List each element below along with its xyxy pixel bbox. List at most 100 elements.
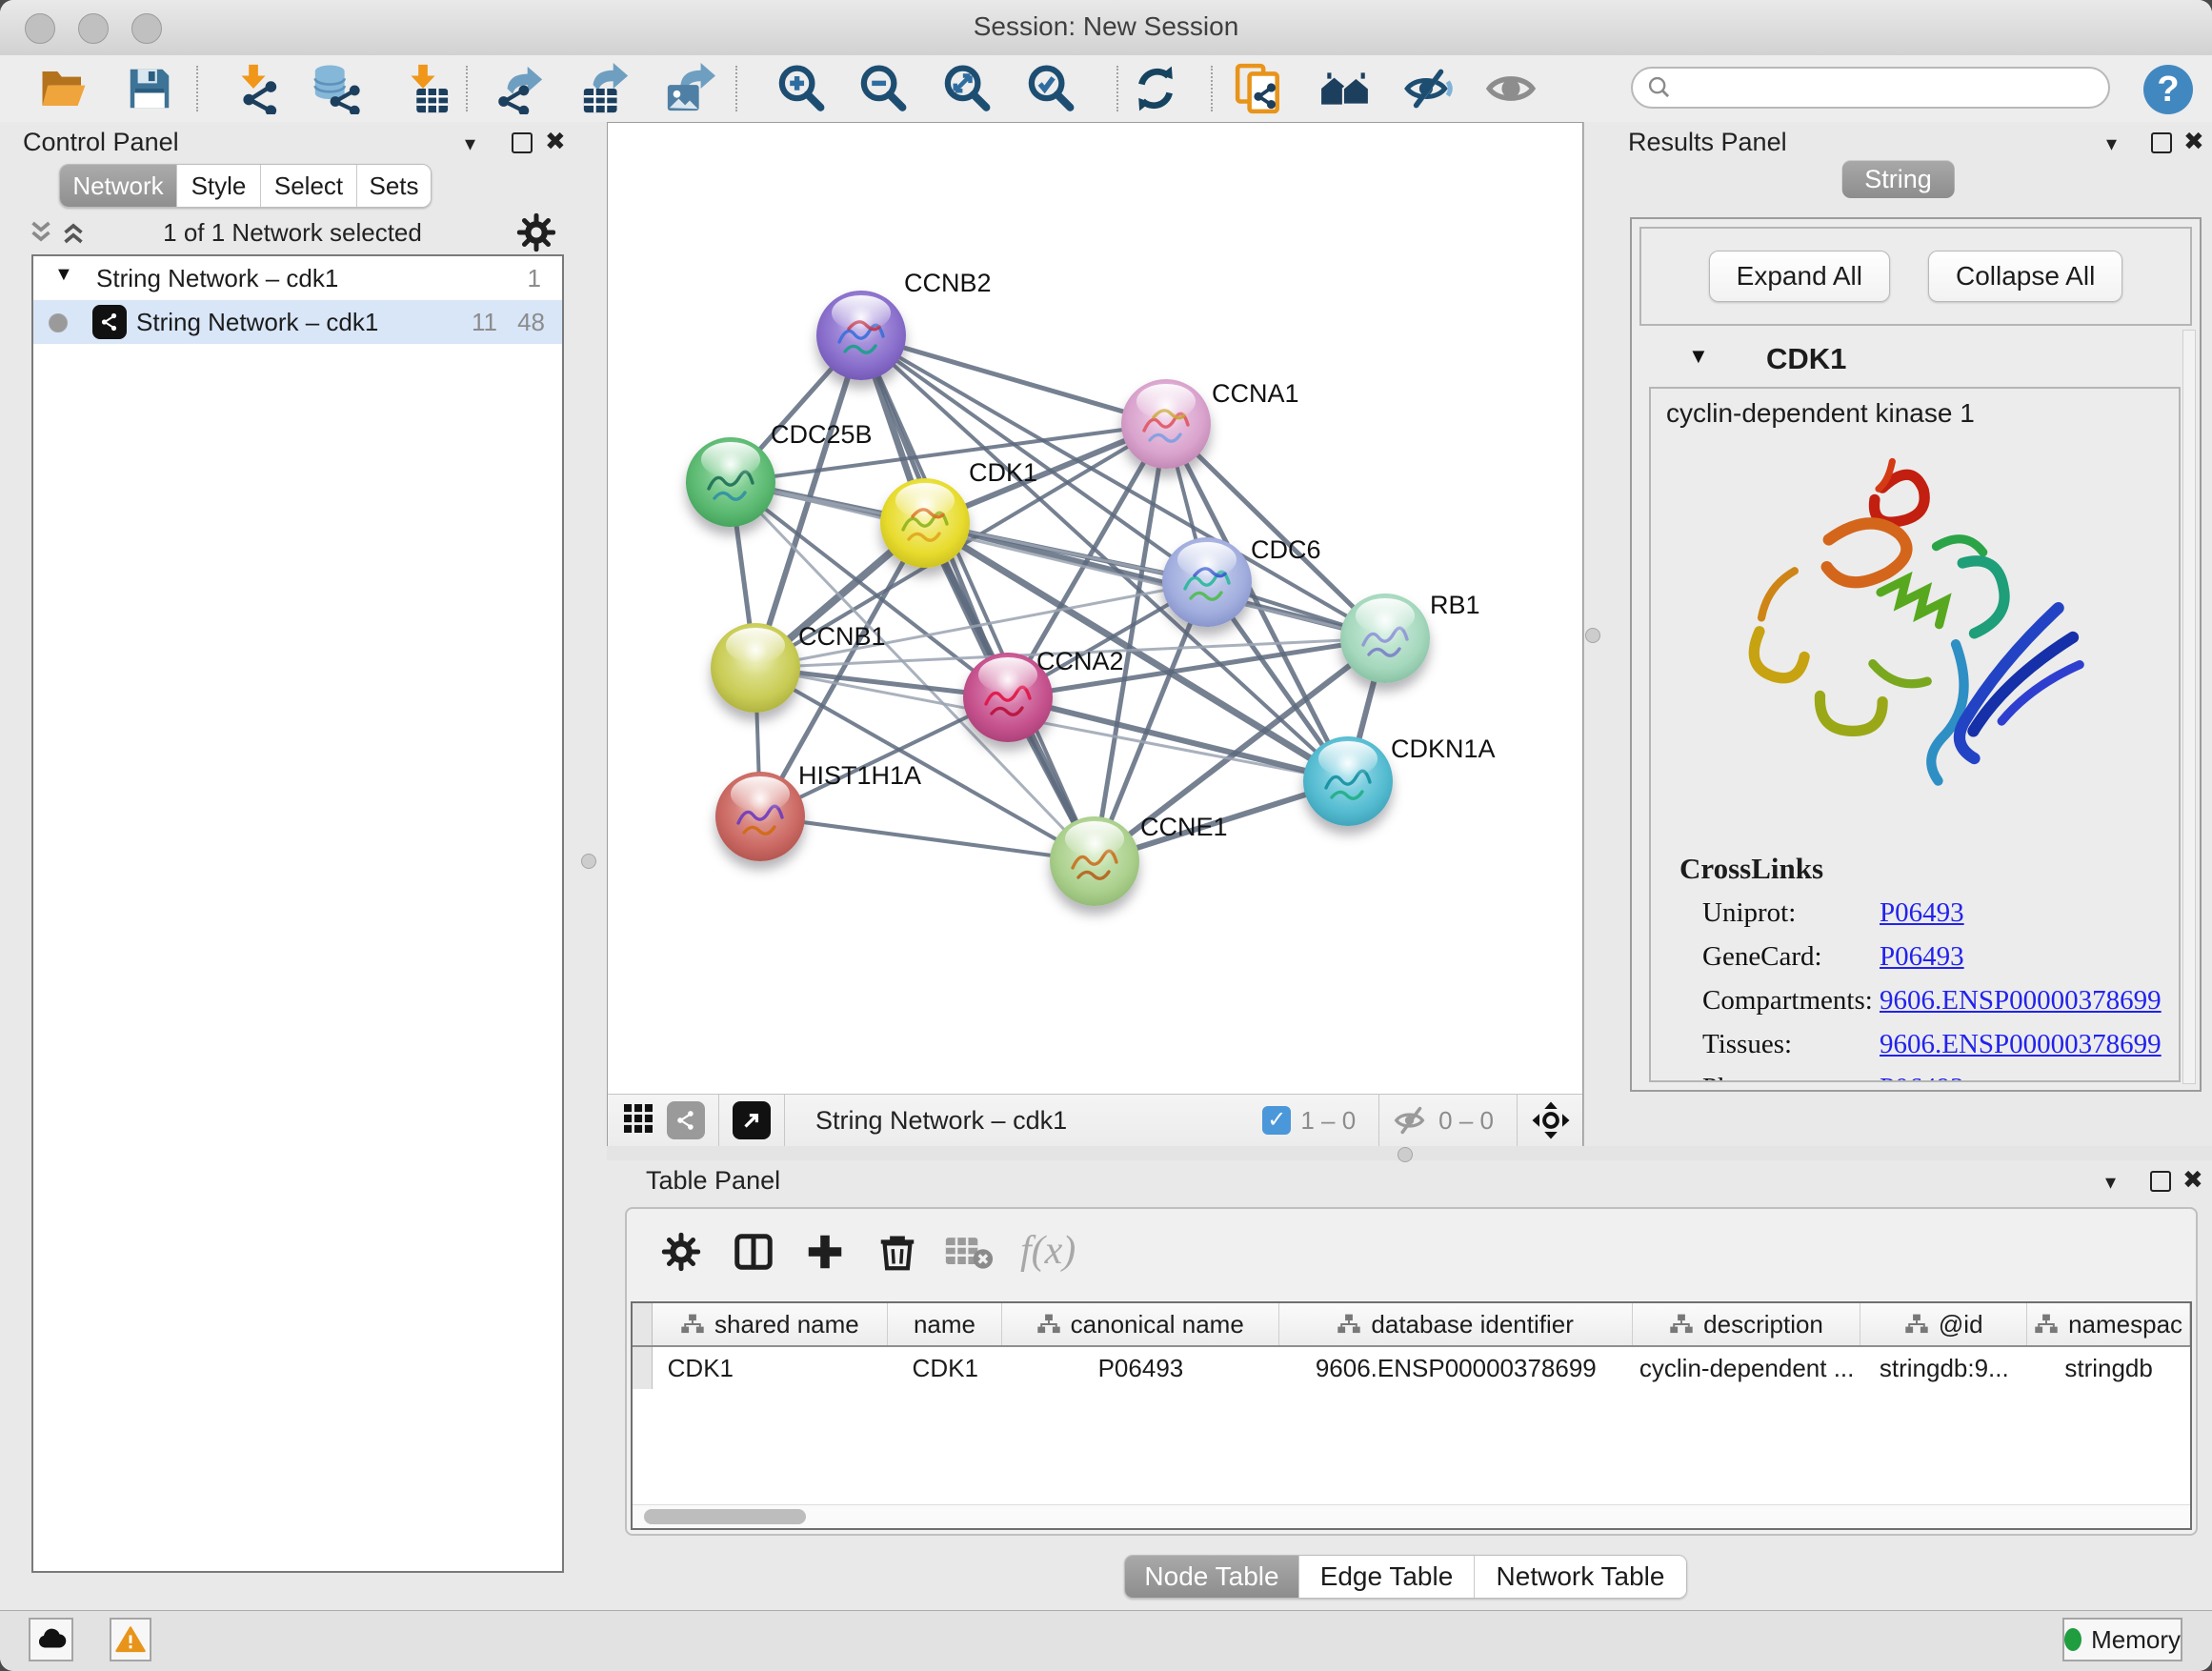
network-node-CDC25B[interactable]: CDC25B xyxy=(686,437,775,527)
cloud-button[interactable] xyxy=(29,1618,73,1661)
network-node-CCNA1[interactable]: CCNA1 xyxy=(1121,379,1211,469)
scrollbar-thumb[interactable] xyxy=(644,1509,806,1524)
eye-slash-icon[interactable] xyxy=(1402,63,1454,114)
column-header--id[interactable]: @id xyxy=(1860,1303,2027,1345)
panel-menu-icon[interactable]: ▾ xyxy=(2105,1170,2116,1195)
float-panel-icon[interactable] xyxy=(2150,1171,2171,1192)
string-view-icon[interactable] xyxy=(667,1101,705,1139)
column-header-namespac[interactable]: namespac xyxy=(2027,1303,2190,1345)
table-cell-0[interactable]: CDK1 xyxy=(653,1347,889,1389)
tab-select[interactable]: Select xyxy=(261,165,357,207)
vertical-splitter-handle[interactable] xyxy=(581,854,596,869)
network-node-CDK1[interactable]: CDK1 xyxy=(880,478,970,568)
export-image-icon[interactable] xyxy=(664,63,715,114)
table-cell-3[interactable]: 9606.ENSP00000378699 xyxy=(1279,1347,1633,1389)
tab-node-table[interactable]: Node Table xyxy=(1125,1556,1299,1598)
tab-style[interactable]: Style xyxy=(177,165,261,207)
network-options-gear-icon[interactable] xyxy=(514,211,558,254)
zoom-out-icon[interactable] xyxy=(856,63,908,114)
results-scrollbar[interactable] xyxy=(2182,330,2196,1084)
tab-sets[interactable]: Sets xyxy=(357,165,431,207)
open-in-new-window-icon[interactable] xyxy=(733,1101,771,1139)
help-icon[interactable]: ? xyxy=(2143,65,2193,114)
zoom-selected-icon[interactable] xyxy=(1024,63,1076,114)
tab-edge-table[interactable]: Edge Table xyxy=(1299,1556,1475,1598)
save-session-icon[interactable] xyxy=(124,63,175,114)
gene-expand-icon[interactable]: ▼ xyxy=(1688,344,1709,369)
export-table-icon[interactable] xyxy=(580,63,632,114)
network-node-CCNE1[interactable]: CCNE1 xyxy=(1050,816,1139,906)
create-column-icon[interactable] xyxy=(803,1230,847,1274)
zoom-in-icon[interactable] xyxy=(774,63,826,114)
export-network-icon[interactable] xyxy=(494,63,546,114)
table-cell-4[interactable]: cyclin-dependent ... xyxy=(1633,1347,1861,1389)
tab-network[interactable]: Network xyxy=(60,165,177,207)
grid-view-icon[interactable] xyxy=(621,1101,655,1140)
houses-icon[interactable] xyxy=(1319,63,1371,114)
crosslink-link[interactable]: 9606.ENSP00000378699 xyxy=(1880,985,2162,1017)
float-panel-icon[interactable] xyxy=(512,132,533,153)
close-panel-icon[interactable]: ✖ xyxy=(545,127,566,156)
view-toolbar-separator xyxy=(1517,1095,1518,1146)
import-table-icon[interactable] xyxy=(398,63,450,114)
search-input[interactable] xyxy=(1673,72,2077,104)
duplicate-network-icon[interactable] xyxy=(1234,63,1285,114)
open-session-icon[interactable] xyxy=(38,63,90,114)
zoom-fit-icon[interactable] xyxy=(940,63,992,114)
import-network-icon[interactable] xyxy=(229,63,280,114)
tab-network-table[interactable]: Network Table xyxy=(1475,1556,1686,1598)
table-cell-2[interactable]: P06493 xyxy=(1002,1347,1279,1389)
function-builder-icon[interactable]: f(x) xyxy=(1020,1228,1076,1274)
eye-icon[interactable] xyxy=(1485,63,1537,114)
expand-all-button[interactable]: Expand All xyxy=(1709,251,1890,302)
column-header-name[interactable]: name xyxy=(888,1303,1002,1345)
table-horizontal-scrollbar[interactable] xyxy=(633,1504,2190,1528)
column-header-database-identifier[interactable]: database identifier xyxy=(1279,1303,1633,1345)
birdseye-navigator-icon[interactable] xyxy=(1531,1100,1571,1140)
refresh-icon[interactable] xyxy=(1130,63,1181,114)
crosslink-link[interactable]: P06493 xyxy=(1880,941,1964,973)
horizontal-splitter-handle[interactable] xyxy=(1398,1147,1413,1162)
panel-menu-icon[interactable]: ▾ xyxy=(465,131,475,156)
table-cell-1[interactable]: CDK1 xyxy=(888,1347,1002,1389)
network-canvas[interactable]: CCNB2 CCNA1 CDC25B CDK1 CDC6 RB1 CCNB1 CCNA2 CDK… xyxy=(608,123,1582,1094)
warning-button[interactable] xyxy=(110,1618,151,1661)
network-node-CCNA2[interactable]: CCNA2 xyxy=(963,653,1053,742)
vertical-splitter-handle[interactable] xyxy=(1585,628,1600,643)
network-node-CCNB2[interactable]: CCNB2 xyxy=(816,291,906,380)
network-node-HIST1H1A[interactable]: HIST1H1A xyxy=(715,772,805,861)
tab-string[interactable]: String xyxy=(1841,160,1955,198)
delete-column-icon[interactable] xyxy=(875,1230,919,1274)
float-panel-icon[interactable] xyxy=(2151,132,2172,153)
network-node-CDC6[interactable]: CDC6 xyxy=(1162,537,1252,627)
crosslink-link[interactable]: P06493 xyxy=(1880,1073,1964,1082)
collapse-all-button[interactable]: Collapse All xyxy=(1928,251,2122,302)
collection-expand-icon[interactable]: ▼ xyxy=(54,264,73,286)
column-header-description[interactable]: description xyxy=(1633,1303,1861,1345)
memory-button[interactable]: Memory xyxy=(2062,1618,2182,1661)
table-cell-5[interactable]: stringdb:9... xyxy=(1860,1347,2027,1389)
crosslink-link[interactable]: P06493 xyxy=(1880,897,1964,929)
selected-checkbox-icon[interactable]: ✓ xyxy=(1262,1106,1291,1135)
import-network-database-icon[interactable] xyxy=(310,63,361,114)
delete-table-icon[interactable] xyxy=(944,1230,994,1274)
close-panel-icon[interactable]: ✖ xyxy=(2183,127,2204,156)
table-data-row[interactable]: CDK1CDK1P064939606.ENSP00000378699cyclin… xyxy=(633,1347,2190,1389)
network-collection-row[interactable]: ▼ String Network – cdk1 1 xyxy=(33,256,562,300)
column-header-shared-name[interactable]: shared name xyxy=(653,1303,888,1345)
column-header-canonical-name[interactable]: canonical name xyxy=(1002,1303,1279,1345)
network-row-selected[interactable]: String Network – cdk1 11 48 xyxy=(33,300,562,344)
network-node-CCNB1[interactable]: CCNB1 xyxy=(711,623,800,713)
crosslink-link[interactable]: 9606.ENSP00000378699 xyxy=(1880,1029,2162,1060)
table-cell-6[interactable]: stringdb xyxy=(2027,1347,2190,1389)
network-node-RB1[interactable]: RB1 xyxy=(1340,594,1430,683)
show-columns-icon[interactable] xyxy=(732,1230,775,1274)
panel-menu-icon[interactable]: ▾ xyxy=(2106,131,2117,156)
close-panel-icon[interactable]: ✖ xyxy=(2182,1165,2203,1195)
network-node-CDKN1A[interactable]: CDKN1A xyxy=(1303,736,1393,826)
gene-section-header[interactable]: ▼ CDK1 xyxy=(1632,334,2200,386)
hidden-eye-slash-icon[interactable] xyxy=(1393,1102,1429,1138)
table-options-gear-icon[interactable] xyxy=(659,1230,703,1274)
title-bar: Session: New Session xyxy=(0,0,2212,56)
search-field[interactable] xyxy=(1631,67,2110,109)
